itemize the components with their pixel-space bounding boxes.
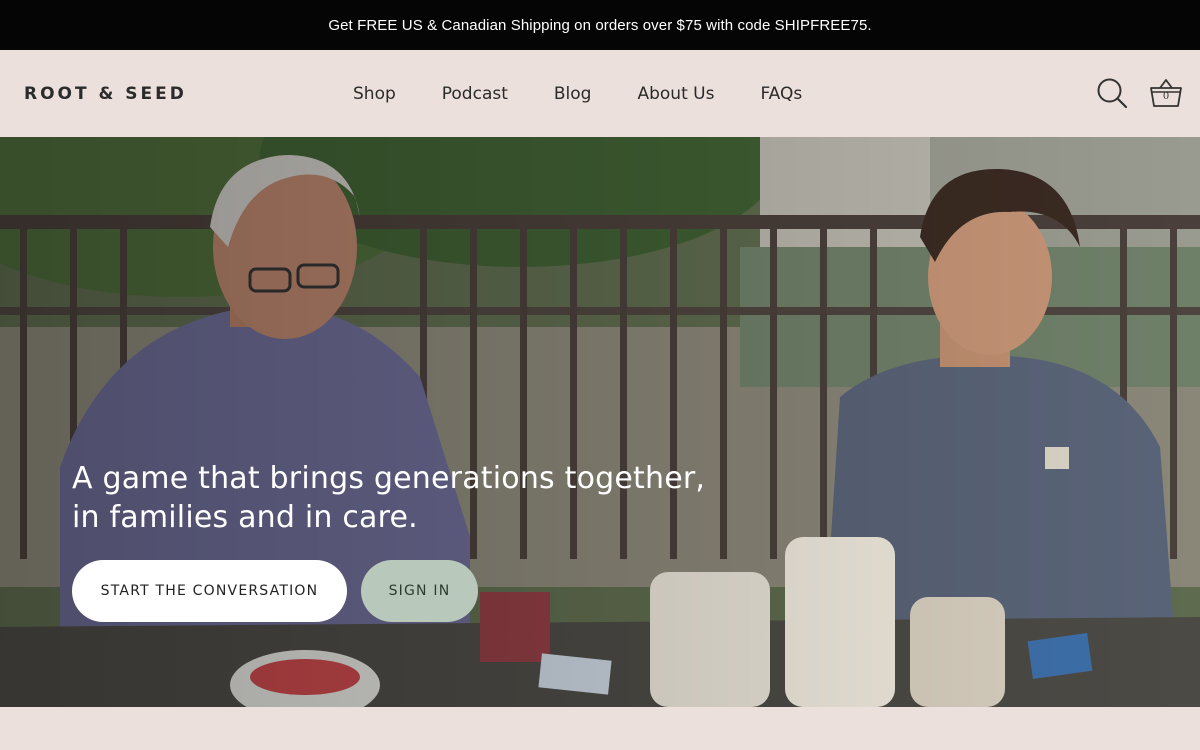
cart-count-badge: 0	[1162, 91, 1170, 102]
hero-section: A game that brings generations together,…	[0, 137, 1200, 707]
nav-item-podcast[interactable]: Podcast	[442, 84, 508, 104]
sign-in-button[interactable]: SIGN IN	[361, 560, 478, 622]
nav-item-blog[interactable]: Blog	[554, 84, 592, 104]
nav-item-faqs[interactable]: FAQs	[760, 84, 802, 104]
main-nav: Shop Podcast Blog About Us FAQs	[330, 50, 825, 137]
nav-item-shop[interactable]: Shop	[353, 84, 396, 104]
nav-item-about-us[interactable]: About Us	[637, 84, 714, 104]
cart-button[interactable]: 0	[1148, 74, 1184, 112]
search-icon	[1097, 78, 1128, 109]
header-actions: 0	[1094, 74, 1184, 112]
hero-headline: A game that brings generations together,…	[72, 459, 772, 537]
announcement-bar: Get FREE US & Canadian Shipping on order…	[0, 0, 1200, 50]
hero-headline-line-2: in families and in care.	[72, 500, 418, 535]
announcement-text: Get FREE US & Canadian Shipping on order…	[328, 16, 872, 34]
brand-logo[interactable]: ROOT & SEED	[24, 83, 187, 105]
hero-headline-line-1: A game that brings generations together,	[72, 461, 706, 496]
next-section	[0, 707, 1200, 750]
site-header: ROOT & SEED Shop Podcast Blog About Us F…	[0, 50, 1200, 137]
start-conversation-button[interactable]: START THE CONVERSATION	[72, 560, 347, 622]
hero-cta-group: START THE CONVERSATION SIGN IN	[72, 560, 478, 622]
search-button[interactable]	[1094, 74, 1130, 112]
